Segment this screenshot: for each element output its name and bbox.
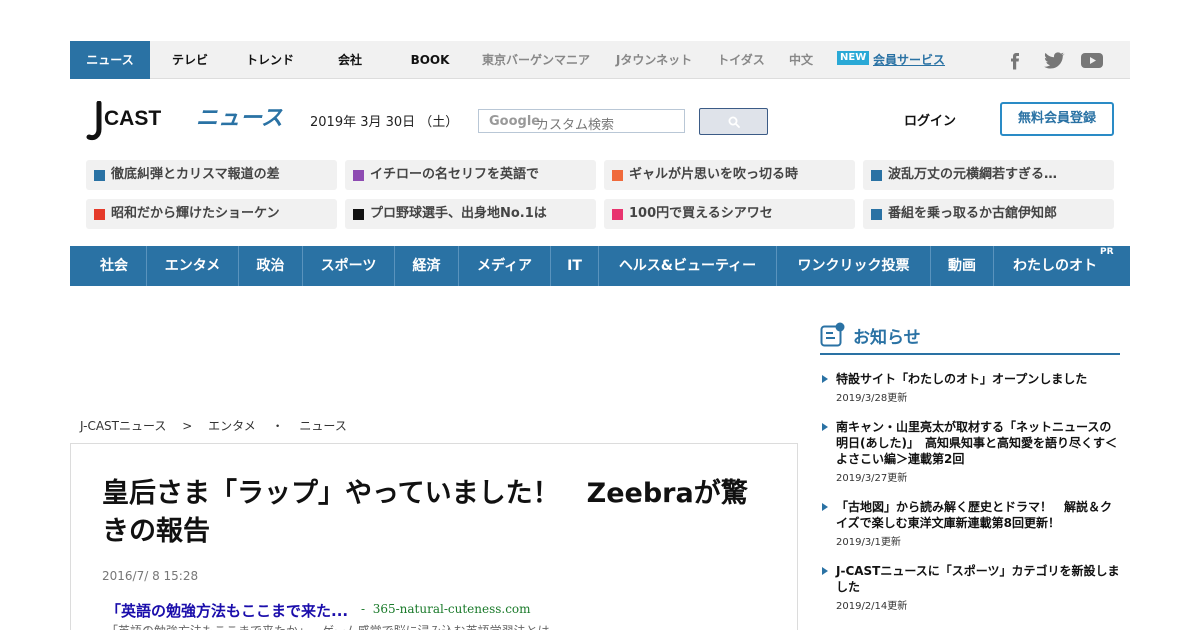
headline-color-marker bbox=[94, 209, 105, 220]
category-society[interactable]: 社会 bbox=[82, 246, 147, 286]
article-card: 皇后さま「ラップ」やっていました！ Zeebraが驚きの報告 2016/7/ 8… bbox=[70, 443, 798, 630]
headline-color-marker bbox=[353, 209, 364, 220]
login-link[interactable]: ログイン bbox=[904, 110, 956, 129]
notice-icon bbox=[820, 322, 845, 347]
pr-label: PR bbox=[1100, 247, 1114, 257]
headline-text: イチローの名セリフを英語で bbox=[370, 167, 540, 182]
notice-item-date: 2019/3/27更新 bbox=[836, 473, 908, 484]
category-politics[interactable]: 政治 bbox=[239, 246, 303, 286]
ad-description: 「英語の勉強方法もここまで来たか」…ゲーム感覚で脳に浸み込む英語学習法とは bbox=[106, 622, 550, 630]
youtube-icon[interactable] bbox=[1080, 50, 1104, 70]
headline-chip[interactable]: 100円で買えるシアワセ bbox=[604, 199, 855, 229]
topnav-item-bargain-mania[interactable]: 東京バーゲンマニア bbox=[474, 41, 598, 79]
ad-domain: 365-natural-cuteness.com bbox=[372, 602, 531, 616]
notice-item-date: 2019/3/28更新 bbox=[836, 393, 908, 404]
topnav-item-book[interactable]: BOOK bbox=[390, 41, 470, 79]
topnav-item-tv[interactable]: テレビ bbox=[150, 41, 230, 79]
facebook-icon[interactable] bbox=[1004, 50, 1026, 70]
notice-title: お知らせ bbox=[853, 328, 921, 348]
headline-chip[interactable]: 番組を乗っ取るか古舘伊知郎 bbox=[863, 199, 1114, 229]
headline-chip[interactable]: 昭和だから輝けたショーケン bbox=[86, 199, 337, 229]
notice-item-title: 「古地図」から読み解く歴史とドラマ！ 解説＆クイズで楽しむ東洋文庫新連載第8回更… bbox=[836, 500, 1113, 530]
headline-chip[interactable]: 徹底糾弾とカリスマ報道の差 bbox=[86, 160, 337, 190]
notice-item-title: J-CASTニュースに「スポーツ」カテゴリを新設しました bbox=[836, 564, 1120, 594]
breadcrumb: J-CASTニュース > エンタメ ・ ニュース bbox=[80, 417, 359, 434]
ad-url[interactable]: - 365-natural-cuteness.com bbox=[361, 602, 531, 616]
headline-text: 徹底糾弾とカリスマ報道の差 bbox=[111, 167, 280, 182]
notice-item-title: 南キャン・山里亮太が取材する「ネットニュースの明日(あした)」 高知県知事と高知… bbox=[836, 420, 1117, 466]
logo-cast-text: CAST bbox=[104, 107, 161, 130]
headline-text: ギャルが片思いを吹っ切る時 bbox=[629, 167, 799, 182]
category-watashi-no-oto[interactable]: わたしのオト bbox=[994, 246, 1116, 286]
headline-text: 波乱万丈の元横綱若すぎる… bbox=[888, 167, 1058, 182]
topnav-item-chinese[interactable]: 中文 bbox=[780, 41, 822, 79]
search-input[interactable]: Google カスタム検索 bbox=[478, 109, 685, 133]
twitter-icon[interactable] bbox=[1042, 50, 1066, 70]
search-button[interactable] bbox=[699, 108, 768, 135]
arrow-icon bbox=[822, 375, 828, 383]
topnav-item-company[interactable]: 会社 bbox=[310, 41, 390, 79]
headline-text: 番組を乗っ取るか古舘伊知郎 bbox=[888, 206, 1058, 221]
breadcrumb-home[interactable]: J-CASTニュース bbox=[80, 419, 166, 433]
logo-news-text: ニュース bbox=[196, 106, 283, 131]
article-date: 2016/7/ 8 15:28 bbox=[102, 569, 199, 583]
category-sports[interactable]: スポーツ bbox=[303, 246, 395, 286]
headline-color-marker bbox=[871, 170, 882, 181]
breadcrumb-separator: ・ bbox=[271, 419, 284, 433]
headline-chip[interactable]: プロ野球選手、出身地No.1は bbox=[345, 199, 596, 229]
topnav-item-jtown[interactable]: Jタウンネット bbox=[606, 41, 702, 79]
breadcrumb-entame[interactable]: エンタメ bbox=[208, 419, 256, 433]
notice-item-date: 2019/2/14更新 bbox=[836, 601, 908, 612]
headline-color-marker bbox=[871, 209, 882, 220]
category-nav: 社会 エンタメ 政治 スポーツ 経済 メディア IT ヘルス&ビューティー ワン… bbox=[70, 246, 1130, 286]
headline-color-marker bbox=[94, 170, 105, 181]
new-badge: NEW bbox=[837, 51, 870, 65]
topnav-item-trend[interactable]: トレンド bbox=[230, 41, 310, 79]
article-title: 皇后さま「ラップ」やっていました！ Zeebraが驚きの報告 bbox=[102, 478, 748, 547]
headline-text: 昭和だから輝けたショーケン bbox=[111, 206, 280, 221]
ad-separator: - bbox=[361, 602, 366, 616]
notice-item-title: 特設サイト「わたしのオト」オープンしました bbox=[836, 372, 1088, 386]
search-icon bbox=[728, 116, 740, 128]
headline-color-marker bbox=[612, 209, 623, 220]
category-one-click-vote[interactable]: ワンクリック投票 bbox=[777, 246, 931, 286]
category-economy[interactable]: 経済 bbox=[395, 246, 459, 286]
register-button[interactable]: 無料会員登録 bbox=[1000, 102, 1114, 136]
headline-chip[interactable]: ギャルが片思いを吹っ切る時 bbox=[604, 160, 855, 190]
topnav-item-toidas[interactable]: トイダス bbox=[710, 41, 772, 79]
arrow-icon bbox=[822, 423, 828, 431]
category-entame[interactable]: エンタメ bbox=[147, 246, 239, 286]
category-video[interactable]: 動画 bbox=[931, 246, 994, 286]
headline-text: プロ野球選手、出身地No.1は bbox=[370, 206, 547, 221]
notice-item-date: 2019/3/1更新 bbox=[836, 537, 901, 548]
search-placeholder: カスタム検索 bbox=[536, 118, 615, 133]
category-it[interactable]: IT bbox=[551, 246, 599, 286]
top-nav: ニュース テレビ トレンド 会社 BOOK 東京バーゲンマニア Jタウンネット … bbox=[70, 41, 1130, 79]
headline-text: 100円で買えるシアワセ bbox=[629, 206, 773, 221]
headline-color-marker bbox=[612, 170, 623, 181]
breadcrumb-separator: > bbox=[182, 419, 193, 433]
jcast-news-logo[interactable]: CAST ニュース bbox=[85, 101, 285, 141]
topnav-item-news[interactable]: ニュース bbox=[70, 41, 150, 79]
ad-title-link[interactable]: 「英語の勉強方法もここまで来た... bbox=[106, 600, 348, 621]
category-health-beauty[interactable]: ヘルス&ビューティー bbox=[599, 246, 777, 286]
headline-chip[interactable]: 波乱万丈の元横綱若すぎる… bbox=[863, 160, 1114, 190]
member-service-link[interactable]: 会員サービス bbox=[873, 41, 945, 79]
notice-header: お知らせ bbox=[820, 320, 1120, 355]
category-media[interactable]: メディア bbox=[459, 246, 551, 286]
headline-color-marker bbox=[353, 170, 364, 181]
headline-chip[interactable]: イチローの名セリフを英語で bbox=[345, 160, 596, 190]
breadcrumb-news[interactable]: ニュース bbox=[299, 419, 346, 433]
arrow-icon bbox=[822, 567, 828, 575]
arrow-icon bbox=[822, 503, 828, 511]
google-brand-text: Google bbox=[489, 114, 541, 129]
current-date: 2019年 3月 30日 （土） bbox=[310, 115, 459, 130]
